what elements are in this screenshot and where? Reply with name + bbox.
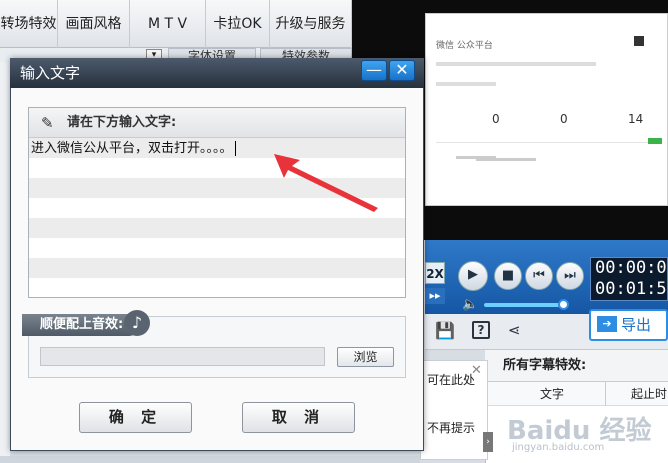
- web-screenshot-frame: 微信 公众平台 0 0 14: [425, 13, 668, 206]
- web-line: [436, 82, 496, 86]
- tab-transition-effects[interactable]: 转场特效: [0, 0, 58, 48]
- edit-icon: ✎: [41, 114, 54, 132]
- web-line: [476, 158, 536, 161]
- speed-button[interactable]: 2X: [425, 262, 445, 284]
- previous-icon[interactable]: ⏮: [525, 262, 553, 290]
- tip-popup: 可在此处 ✕ 不再提示: [420, 360, 488, 460]
- browse-button[interactable]: 浏览: [337, 347, 394, 367]
- text-line[interactable]: [29, 218, 405, 238]
- save-icon[interactable]: 💾: [435, 321, 455, 340]
- column-start-time[interactable]: 起止时: [631, 382, 667, 406]
- tab-picture-style[interactable]: 画面风格: [58, 0, 130, 48]
- web-divider: [436, 142, 662, 143]
- typed-text[interactable]: 进入微信公从平台，双击打开。。。。: [31, 139, 233, 159]
- close-button[interactable]: ✕: [389, 60, 415, 81]
- current-time: 00:00:02: [595, 258, 667, 278]
- export-label: 导出: [621, 316, 652, 334]
- text-caret: [235, 141, 236, 156]
- watermark-url: jingyan.baidu.com: [512, 442, 605, 453]
- web-stat-1: 0: [492, 112, 500, 126]
- web-line: [436, 62, 596, 66]
- input-header-label: 请在下方输入文字:: [67, 115, 177, 130]
- bottom-strip: [0, 456, 420, 463]
- help-icon[interactable]: ?: [472, 321, 490, 339]
- web-green-badge: [648, 138, 662, 144]
- minimize-button[interactable]: —: [361, 60, 387, 81]
- share-icon[interactable]: ⋖: [508, 321, 521, 339]
- sound-effect-label: 顺便配上音效:: [22, 314, 140, 336]
- column-divider: [605, 382, 606, 406]
- web-header-text: 微信 公众平台: [436, 41, 493, 51]
- subtitle-panel-title: 所有字幕特效:: [485, 350, 668, 382]
- volume-slider-fill: [484, 303, 564, 307]
- web-avatar: [634, 36, 644, 46]
- text-line[interactable]: [29, 258, 405, 278]
- tip-text: 可在此处: [427, 373, 476, 387]
- red-arrow-shape: [274, 154, 378, 212]
- volume-slider-handle[interactable]: [558, 299, 569, 310]
- cancel-button[interactable]: 取 消: [242, 402, 355, 433]
- next-icon[interactable]: ⏭: [556, 262, 584, 290]
- web-stat-3: 14: [628, 112, 644, 126]
- web-stat-2: 0: [560, 112, 568, 126]
- tab-upgrade-service[interactable]: 升级与服务: [270, 0, 352, 48]
- export-button[interactable]: ➔ 导出: [589, 309, 668, 341]
- total-time: 00:01:57: [595, 279, 667, 299]
- tip-dont-show[interactable]: 不再提示: [427, 419, 475, 436]
- stop-icon[interactable]: ■: [494, 262, 522, 290]
- time-display: 00:00:02 00:01:57: [590, 257, 668, 301]
- volume-slider-track[interactable]: [484, 303, 568, 307]
- export-icon: ➔: [597, 316, 617, 332]
- red-arrow-annotation: [274, 154, 378, 212]
- expand-arrow-icon[interactable]: ›: [483, 432, 493, 452]
- tip-close-icon[interactable]: ✕: [471, 363, 482, 378]
- input-header: ✎ 请在下方输入文字:: [29, 108, 405, 138]
- column-text[interactable]: 文字: [540, 382, 564, 406]
- ok-button[interactable]: 确 定: [79, 402, 192, 433]
- sound-file-input[interactable]: [40, 347, 325, 366]
- play-icon[interactable]: ▶: [458, 261, 488, 291]
- fast-forward-icon[interactable]: ▸▸: [425, 288, 445, 304]
- tab-mtv[interactable]: M T V: [130, 0, 206, 48]
- subtitle-columns: 文字 起止时: [485, 382, 668, 406]
- music-note-icon: ♪: [124, 310, 150, 336]
- tab-karaoke[interactable]: 卡拉OK: [206, 0, 270, 48]
- volume-icon[interactable]: 🔈: [462, 297, 478, 312]
- left-panel-edge: [0, 62, 10, 463]
